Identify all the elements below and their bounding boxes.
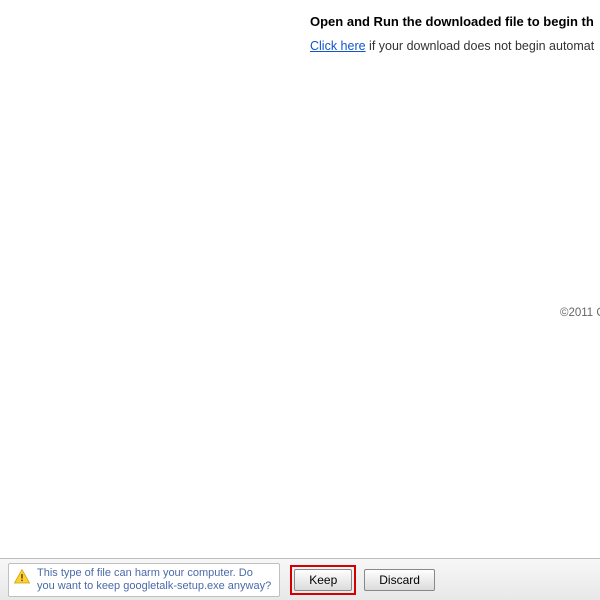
download-warning-panel: This type of file can harm your computer… [8, 563, 280, 597]
keep-button-highlight: Keep [290, 565, 356, 595]
download-subtext: Click here if your download does not beg… [310, 39, 600, 53]
download-retry-link[interactable]: Click here [310, 39, 366, 53]
keep-button[interactable]: Keep [294, 569, 352, 591]
subtext-after: if your download does not begin automat [366, 39, 595, 53]
warning-icon [13, 568, 31, 591]
discard-button[interactable]: Discard [364, 569, 435, 591]
warning-line-2: you want to keep googletalk-setup.exe an… [37, 580, 271, 593]
download-warning-text: This type of file can harm your computer… [37, 567, 271, 593]
page-content: Open and Run the downloaded file to begi… [0, 0, 600, 53]
warning-line-1: This type of file can harm your computer… [37, 567, 271, 580]
page-heading: Open and Run the downloaded file to begi… [310, 14, 600, 29]
copyright-text: ©2011 G [560, 307, 600, 319]
download-shelf: This type of file can harm your computer… [0, 558, 600, 600]
